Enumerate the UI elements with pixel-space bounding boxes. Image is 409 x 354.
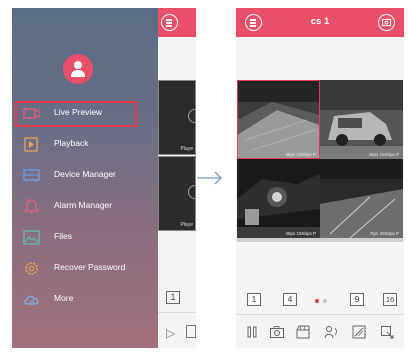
camera-tile[interactable]: 49ps 15Kbps P: [320, 80, 403, 159]
layout-1-button[interactable]: 1: [166, 291, 180, 304]
camera-feed: [320, 80, 403, 159]
menu-label: Live Preview: [54, 107, 103, 117]
camera-tile[interactable]: Playe: [158, 80, 196, 155]
snapshot-camera-icon[interactable]: [269, 324, 285, 340]
menu-label: Files: [54, 231, 72, 241]
document-icon[interactable]: [186, 325, 196, 338]
recover-gear-icon: [25, 262, 38, 275]
page-dot-active[interactable]: [315, 299, 319, 303]
top-bar: cs 1: [236, 8, 404, 37]
menu-label: Recover Password: [54, 262, 126, 272]
menu-item-files[interactable]: Files: [12, 225, 158, 251]
talk-person-icon[interactable]: [323, 324, 339, 340]
camera-tile[interactable]: 7fps 25Kbps P: [320, 159, 403, 238]
arrow-right-icon: [197, 171, 222, 185]
menu-item-alarm-manager[interactable]: Alarm Manager: [12, 194, 158, 220]
camera-tile[interactable]: 45ps 15Kbps P: [237, 159, 320, 238]
camera-grid: 45ps 15Kbps P 49ps 15Kbps P 45ps 15Kbps …: [237, 80, 403, 242]
layout-1-button[interactable]: 1: [247, 293, 261, 306]
drawer-screen: Live Preview Playback Device Manager Ala…: [12, 8, 196, 348]
page-dot[interactable]: [323, 299, 327, 303]
menu-item-more[interactable]: More: [12, 287, 158, 313]
menu-toggle-icon[interactable]: [161, 14, 178, 31]
camera-feed: [237, 159, 320, 238]
live-preview-screen: cs 1 45ps 15Kbps P 49ps 15Kbps P 45ps 15…: [236, 8, 404, 348]
record-clapper-icon[interactable]: [295, 324, 311, 340]
menu-label: Device Manager: [54, 169, 116, 179]
menu-item-device-manager[interactable]: Device Manager: [12, 163, 158, 189]
layout-paginator: 1 4 9 16: [236, 290, 404, 310]
menu-label: Playback: [54, 138, 89, 148]
camera-switch-icon[interactable]: [378, 14, 395, 31]
more-cloud-icon: [24, 295, 39, 305]
menu-item-playback[interactable]: Playback: [12, 132, 158, 158]
layout-9-button[interactable]: 9: [350, 293, 364, 306]
menu-item-recover-password[interactable]: Recover Password: [12, 256, 158, 282]
device-manager-icon: [23, 169, 40, 182]
menu-label: More: [54, 293, 74, 303]
camera-tile[interactable]: 45ps 15Kbps P: [237, 80, 320, 159]
menu-item-live-preview[interactable]: Live Preview: [15, 101, 137, 127]
user-avatar-icon[interactable]: [63, 54, 93, 84]
play-icon[interactable]: ▷: [166, 326, 175, 340]
alarm-bell-icon: [23, 199, 40, 214]
side-drawer: Live Preview Playback Device Manager Ala…: [12, 8, 158, 348]
files-image-icon: [23, 230, 40, 245]
camera-tile[interactable]: Playe: [158, 156, 196, 231]
quality-hd-icon[interactable]: [351, 324, 367, 340]
layout-16-button[interactable]: 16: [383, 293, 397, 306]
screenshot-stage: Live Preview Playback Device Manager Ala…: [0, 0, 409, 354]
playback-icon: [24, 137, 38, 152]
camera-feed: [237, 80, 320, 159]
pause-icon[interactable]: [244, 324, 260, 340]
menu-label: Alarm Manager: [54, 200, 113, 210]
camera-feed: [320, 159, 403, 238]
layout-4-button[interactable]: 4: [283, 293, 297, 306]
live-preview-icon: [23, 108, 40, 119]
fullscreen-icon[interactable]: [379, 324, 395, 340]
live-view-peek: Playe Playe 1 ▷: [158, 8, 196, 348]
bottom-toolbar: [236, 320, 404, 344]
